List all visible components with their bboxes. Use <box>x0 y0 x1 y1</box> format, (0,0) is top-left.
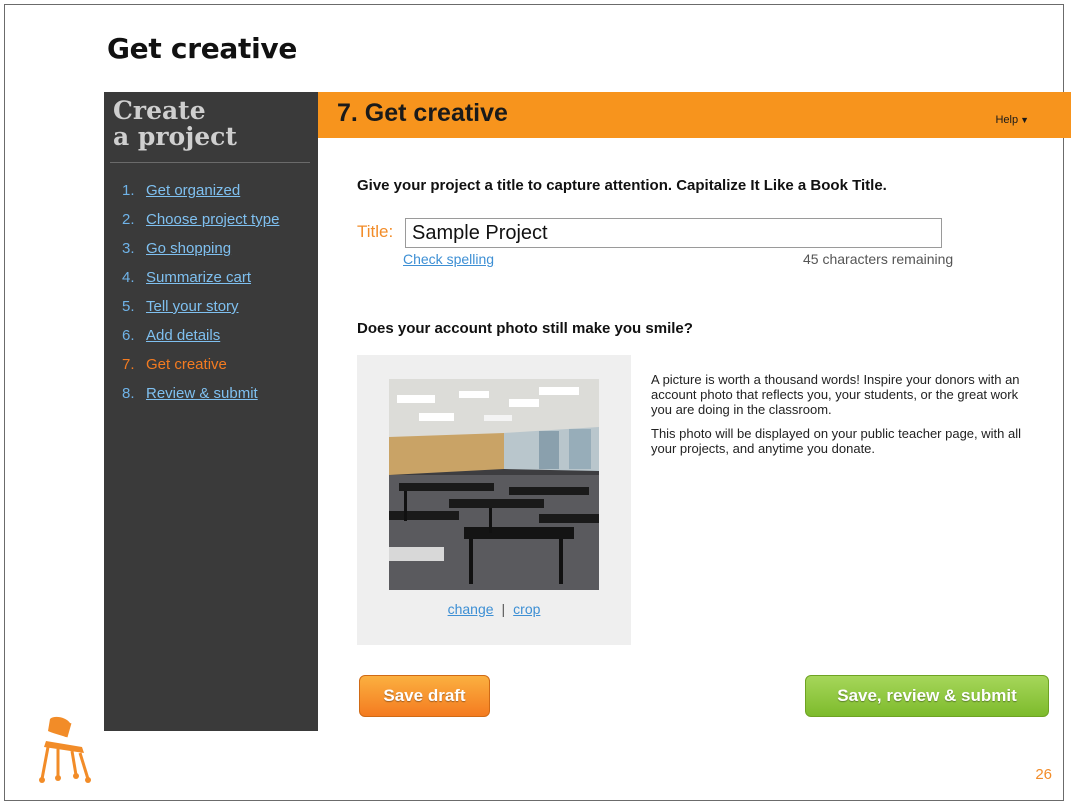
sidebar-heading: Create a project <box>113 98 237 150</box>
step-link[interactable]: Go shopping <box>146 240 231 257</box>
step-number: 1. <box>122 182 135 199</box>
photo-prompt: Does your account photo still make you s… <box>357 320 693 337</box>
title-input[interactable] <box>405 218 942 248</box>
step-number: 8. <box>122 385 135 402</box>
sidebar-item-get-creative: 7. Get creative <box>122 356 279 385</box>
page-number: 26 <box>1035 766 1052 783</box>
photo-panel: change | crop <box>357 355 631 645</box>
title-label: Title: <box>357 222 394 241</box>
photo-description-1: A picture is worth a thousand words! Ins… <box>651 372 1020 417</box>
caret-down-icon: ▼ <box>1020 115 1029 125</box>
step-nav: 1. Get organized 2. Choose project type … <box>122 182 279 414</box>
sidebar-item-go-shopping[interactable]: 3. Go shopping <box>122 240 279 269</box>
sidebar: Create a project 1. Get organized 2. Cho… <box>104 92 318 731</box>
step-link[interactable]: Tell your story <box>146 298 239 315</box>
sidebar-item-get-organized[interactable]: 1. Get organized <box>122 182 279 211</box>
save-review-submit-button[interactable]: Save, review & submit <box>805 675 1049 717</box>
account-photo <box>389 379 599 590</box>
link-separator: | <box>501 601 506 617</box>
step-number: 2. <box>122 211 135 228</box>
help-label: Help <box>995 114 1019 126</box>
save-draft-button[interactable]: Save draft <box>359 675 490 717</box>
step-current-label: Get creative <box>146 356 227 373</box>
step-title: 7. Get creative <box>337 99 508 127</box>
sidebar-divider <box>110 162 310 163</box>
characters-remaining: 45 characters remaining <box>803 251 954 267</box>
title-prompt: Give your project a title to capture att… <box>357 177 887 194</box>
step-number: 5. <box>122 298 135 315</box>
sidebar-item-add-details[interactable]: 6. Add details <box>122 327 279 356</box>
step-number: 4. <box>122 269 135 286</box>
help-menu[interactable]: Help ▼ <box>995 114 1029 126</box>
sidebar-heading-line-1: Create <box>113 96 206 125</box>
chair-logo-icon <box>39 716 91 783</box>
step-link[interactable]: Review & submit <box>146 385 258 402</box>
photo-description-2: This photo will be displayed on your pub… <box>651 426 1021 456</box>
step-link[interactable]: Summarize cart <box>146 269 251 286</box>
crop-photo-link[interactable]: crop <box>513 601 540 617</box>
step-header: 7. Get creative Help ▼ <box>318 92 1071 138</box>
check-spelling-link[interactable]: Check spelling <box>403 251 494 267</box>
step-link[interactable]: Choose project type <box>146 211 279 228</box>
sidebar-item-review-submit[interactable]: 8. Review & submit <box>122 385 279 414</box>
photo-actions: change | crop <box>357 601 631 617</box>
change-photo-link[interactable]: change <box>448 601 494 617</box>
sidebar-item-tell-your-story[interactable]: 5. Tell your story <box>122 298 279 327</box>
sidebar-heading-line-2: a project <box>113 122 237 151</box>
photo-description: A picture is worth a thousand words! Ins… <box>651 372 1041 465</box>
sidebar-item-summarize-cart[interactable]: 4. Summarize cart <box>122 269 279 298</box>
step-link[interactable]: Get organized <box>146 182 240 199</box>
step-link[interactable]: Add details <box>146 327 220 344</box>
step-number: 6. <box>122 327 135 344</box>
slide-title: Get creative <box>107 32 298 65</box>
sidebar-item-choose-project-type[interactable]: 2. Choose project type <box>122 211 279 240</box>
step-number: 3. <box>122 240 135 257</box>
step-number: 7. <box>122 356 135 373</box>
